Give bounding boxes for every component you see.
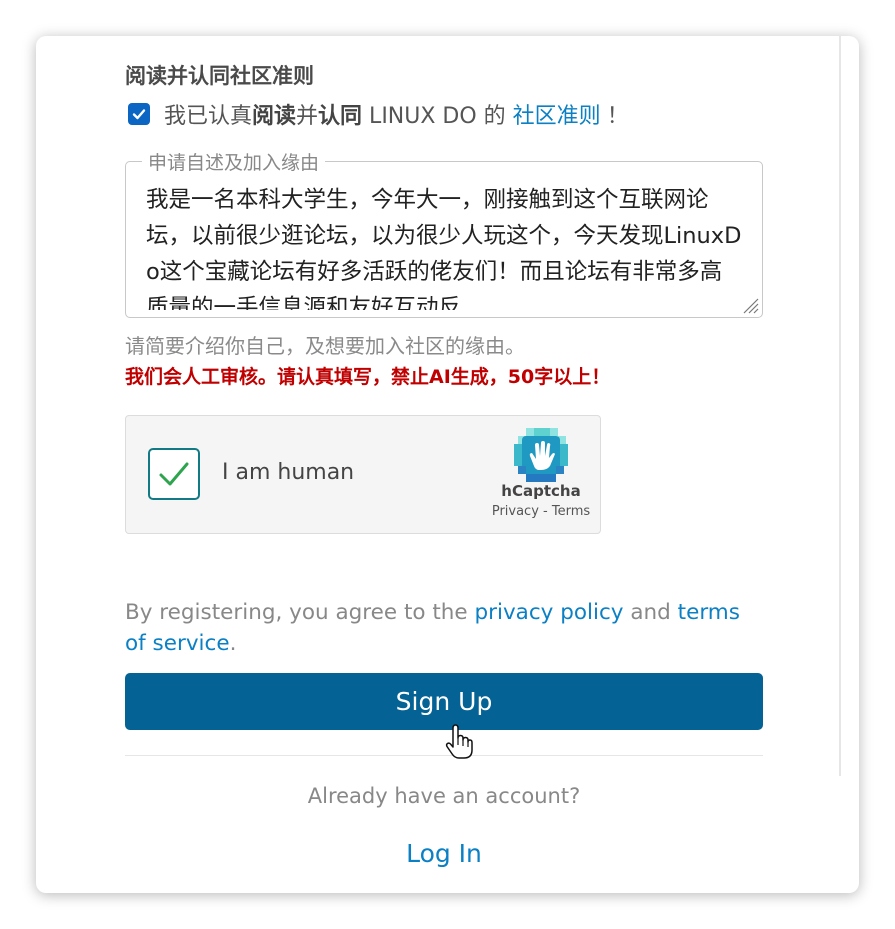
signup-button[interactable]: Sign Up bbox=[125, 673, 763, 730]
agree-text-read: 阅读 bbox=[252, 104, 297, 129]
privacy-policy-link[interactable]: privacy policy bbox=[475, 600, 624, 625]
agree-checkbox[interactable] bbox=[128, 103, 150, 125]
terms-and: and bbox=[623, 600, 678, 625]
captcha-checkbox[interactable] bbox=[148, 448, 200, 500]
hcaptcha-logo-icon bbox=[514, 428, 568, 482]
agree-text-suffix: ！ bbox=[606, 104, 629, 129]
resize-handle-icon[interactable] bbox=[738, 293, 760, 315]
hcaptcha-brand: hCaptcha bbox=[501, 482, 581, 500]
guidelines-link[interactable]: 社区准则 bbox=[513, 98, 601, 130]
guidelines-title: 阅读并认同社区准则 bbox=[125, 64, 314, 88]
signup-card: 阅读并认同社区准则 我已认真 阅读并认同 LINUX DO 的 社区准则！ 申请自… bbox=[36, 36, 859, 893]
terms-suffix: . bbox=[229, 631, 237, 656]
captcha-links: Privacy - Terms bbox=[468, 504, 614, 519]
hand-pointer-cursor-icon bbox=[445, 724, 473, 759]
login-button[interactable]: Log In bbox=[36, 839, 852, 868]
agree-text-prefix: 我已认真 bbox=[164, 104, 253, 129]
agree-text-and: 并 bbox=[296, 104, 319, 129]
have-account-text: Already have an account? bbox=[307, 784, 581, 808]
captcha-label: I am human bbox=[222, 460, 355, 485]
agree-text-site: LINUX DO 的 bbox=[362, 104, 513, 129]
application-fieldset: 申请自述及加入缘由 我是一名本科大学生，今年大一，刚接触到这个互联网论坛，以前很… bbox=[125, 148, 763, 318]
terms-notice: By registering, you agree to the privacy… bbox=[125, 597, 765, 659]
application-warning: 我们会人工审核。请认真填写，禁止AI生成，50字以上！ bbox=[125, 366, 611, 388]
captcha-checkmark-icon bbox=[159, 462, 189, 486]
captcha-terms-link[interactable]: Terms bbox=[552, 504, 590, 519]
scrollbar[interactable] bbox=[839, 36, 841, 776]
agree-text-accept: 认同 bbox=[318, 104, 363, 129]
agree-guidelines-row[interactable]: 我已认真 阅读并认同 LINUX DO 的 社区准则！ bbox=[128, 98, 629, 130]
checkmark-icon bbox=[132, 109, 146, 120]
application-textarea[interactable]: 我是一名本科大学生，今年大一，刚接触到这个互联网论坛，以前很少逛论坛，以为很少人… bbox=[146, 182, 742, 310]
hcaptcha-widget: I am human hCaptcha Privacy - Terms bbox=[125, 415, 601, 534]
captcha-separator: - bbox=[538, 504, 552, 519]
captcha-privacy-link[interactable]: Privacy bbox=[492, 504, 539, 519]
application-hint: 请简要介绍你自己，及想要加入社区的缘由。 bbox=[125, 334, 525, 358]
application-legend: 申请自述及加入缘由 bbox=[142, 148, 326, 175]
terms-prefix: By registering, you agree to the bbox=[125, 600, 475, 625]
